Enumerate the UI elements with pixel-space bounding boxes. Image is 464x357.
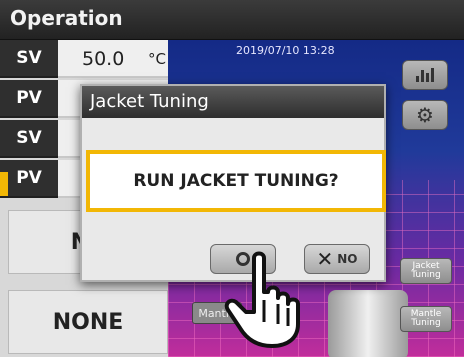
gear-icon: ⚙ [416,103,434,127]
hand-pointer-icon [224,251,300,348]
sv-value-text: 50.0 [82,48,125,70]
bar-chart-icon [416,68,434,82]
screen-title: Operation [10,6,123,30]
datetime-readout: 2019/07/10 13:28 [236,44,335,57]
settings-button[interactable]: ⚙ [402,100,448,130]
mantle-tuning-button[interactable]: Mantle Tuning [400,306,452,332]
vessel-graphic [328,290,408,357]
chart-button[interactable] [402,60,448,90]
pv-label-2: PV [0,160,58,198]
no-label: NO [337,252,358,266]
mode-button-none[interactable]: NONE [8,290,168,354]
title-bar: Operation [0,0,464,40]
x-icon: ✕ [316,247,334,271]
sv-value-field[interactable]: 50.0 °C [58,40,168,78]
dialog-title: Jacket Tuning [82,86,384,118]
sv-label-1: SV [0,40,58,78]
selection-marker [0,172,8,196]
sv-unit-text: °C [148,50,166,68]
dialog-message: RUN JACKET TUNING? [86,150,386,212]
app-window: Operation SV 50.0 °C PV SV PV NC NONE 20… [0,0,464,357]
sv-label-2: SV [0,120,58,158]
pv-label-1: PV [0,80,58,118]
jacket-tuning-button[interactable]: Jacket Tuning [400,258,452,284]
